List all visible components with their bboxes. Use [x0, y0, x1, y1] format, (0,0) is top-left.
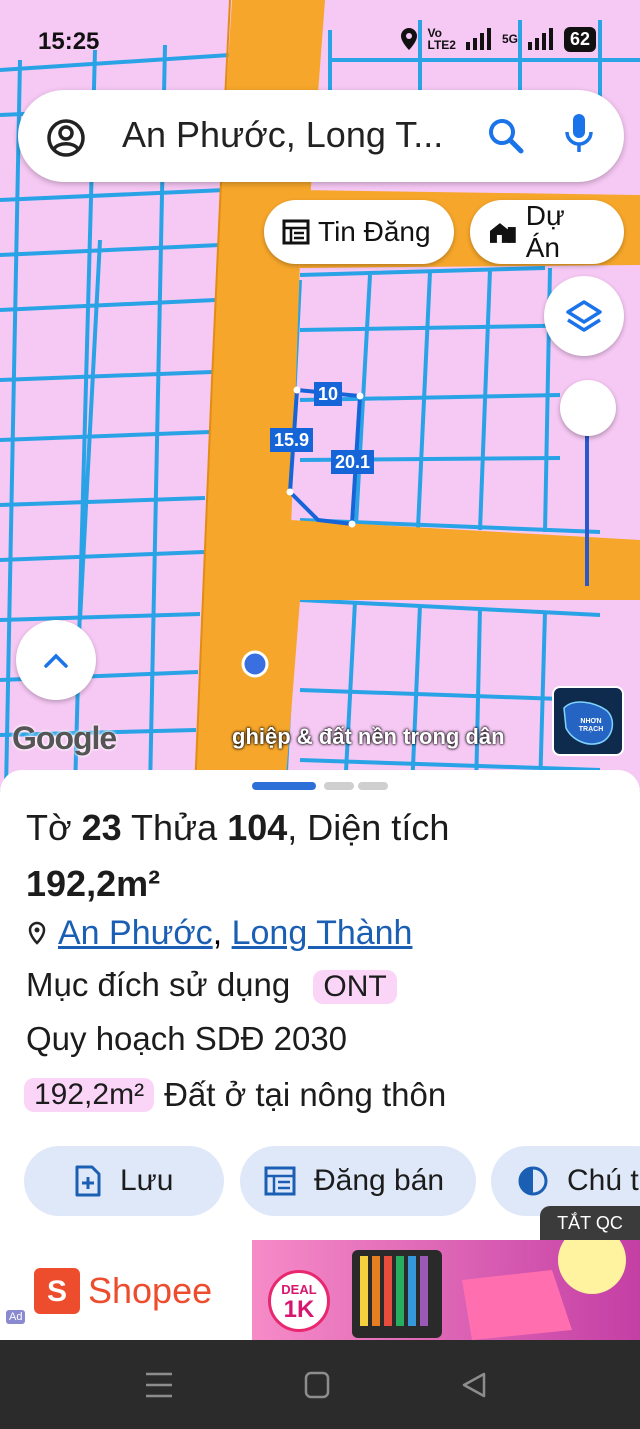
plot-label: Thửa — [131, 807, 218, 848]
area-value: 192,2m² — [26, 863, 161, 904]
usage-label: Mục đích sử dụng — [26, 966, 291, 1003]
network-5g-label: 5G — [501, 32, 518, 46]
battery-icon: 62 — [563, 26, 596, 52]
sheet-handle-2[interactable] — [324, 782, 354, 790]
map-banner-text: ghiệp & đất nền trong dân — [232, 724, 505, 749]
back-icon[interactable] — [462, 1372, 486, 1398]
zone-description: Đất ở tại nông thôn — [164, 1076, 447, 1113]
building-icon — [489, 223, 516, 243]
dimension-label-left: 15.9 — [270, 428, 314, 452]
chevron-up-icon — [44, 653, 68, 668]
layers-button[interactable] — [544, 276, 624, 356]
save-button[interactable]: Lưu — [24, 1146, 224, 1216]
ad-promo-image: DEAL 1K — [252, 1240, 640, 1340]
district-link[interactable]: Long Thành — [232, 914, 413, 952]
opacity-slider-handle[interactable] — [560, 380, 616, 436]
status-bar: 15:25 Vo LTE2 5G 62 — [0, 0, 640, 80]
google-logo: Google — [12, 720, 117, 756]
home-icon[interactable] — [304, 1371, 330, 1399]
volte-icon: Vo LTE2 — [427, 26, 456, 52]
ad-brand-text: Shopee — [88, 1270, 213, 1311]
nav-buttons — [146, 1371, 486, 1399]
projects-chip-label: Dự Án — [525, 200, 565, 263]
parcel-info-sheet[interactable]: Tờ 23 Thửa 104, Diện tích 192,2m² An Phư… — [0, 770, 640, 1240]
post-sale-button[interactable]: Đăng bán — [240, 1146, 476, 1216]
status-icons: Vo LTE2 5G 62 — [398, 26, 596, 52]
contrast-icon — [518, 1166, 548, 1196]
promo-artwork — [352, 1240, 626, 1340]
post-sale-button-label: Đăng bán — [314, 1164, 445, 1197]
parcel-title: Tờ 23 Thửa 104, Diện tích 192,2m² — [26, 800, 626, 912]
zone-row: 192,2m² Đất ở tại nông thôn — [24, 1076, 446, 1114]
ad-banner[interactable]: S Shopee Ad DEAL 1K — [0, 1240, 640, 1340]
dimension-label-top: 10 — [314, 382, 343, 406]
system-nav-bar — [0, 1340, 640, 1429]
save-button-label: Lưu — [120, 1164, 174, 1197]
opacity-slider-track[interactable] — [585, 420, 589, 586]
title-prefix: Tờ — [26, 807, 72, 848]
plot-number: 104 — [227, 807, 288, 848]
shopee-bag-icon: S — [34, 1268, 80, 1314]
location-separator: , — [212, 914, 223, 952]
map-view[interactable]: 10 15.9 20.1 15:25 Vo LTE2 5G 62 An Phước… — [0, 0, 640, 790]
usage-code-badge: ONT — [313, 970, 397, 1004]
search-bar[interactable]: An Phước, Long T... — [18, 90, 624, 182]
sheet-handle-3[interactable] — [358, 782, 388, 790]
listings-chip-label: Tin Đăng — [318, 216, 431, 247]
zone-area-badge: 192,2m² — [24, 1078, 155, 1112]
ad-badge: Ad — [6, 1310, 26, 1324]
dimension-label-right: 20.1 — [331, 450, 375, 474]
account-icon[interactable] — [46, 118, 86, 158]
search-icon[interactable] — [486, 116, 526, 156]
ward-link[interactable]: An Phước — [58, 914, 213, 952]
location-pin-icon — [28, 921, 46, 945]
plan-label: Quy hoạch SDĐ 2030 — [26, 1020, 348, 1057]
listing-icon — [264, 1166, 296, 1196]
add-file-icon — [75, 1165, 101, 1197]
search-input[interactable]: An Phước, Long T... — [122, 114, 443, 156]
signal-icon — [465, 28, 491, 50]
sheet-number: 23 — [81, 807, 122, 848]
status-time: 15:25 — [38, 28, 100, 55]
usage-row: Mục đích sử dụng ONT — [26, 966, 397, 1004]
signal-5g-icon — [527, 28, 553, 50]
map-thumbnail[interactable]: NHƠN TRẠCH — [552, 686, 624, 756]
expand-up-button[interactable] — [16, 620, 96, 700]
menu-icon[interactable] — [146, 1372, 172, 1398]
layers-icon — [566, 300, 602, 332]
listings-chip[interactable]: Tin Đăng — [264, 200, 454, 264]
thumbnail-label: NHƠN TRẠCH — [578, 718, 604, 733]
area-label: , Diện tích — [287, 807, 450, 848]
note-button-label: Chú t — [567, 1164, 639, 1197]
close-ad-button[interactable]: TẮT QC — [540, 1206, 640, 1240]
location-row: An Phước, Long Thành — [26, 914, 412, 953]
microphone-icon[interactable] — [562, 112, 596, 156]
location-icon — [400, 28, 417, 50]
sheet-handle-active[interactable] — [252, 782, 316, 790]
shopee-logo: S Shopee — [34, 1268, 212, 1314]
projects-chip[interactable]: Dự Án — [470, 200, 624, 264]
listings-icon — [282, 219, 310, 245]
